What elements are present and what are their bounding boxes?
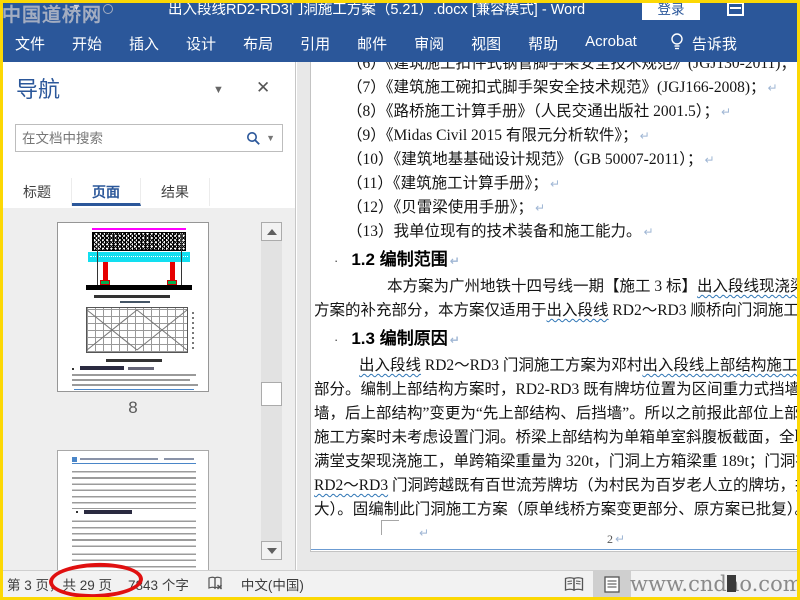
ribbon-tab[interactable]: 帮助 [528,33,558,54]
scroll-up-arrow-icon [267,229,277,235]
navigation-pane: 导航 ▼ ✕ ▼ 标题页面结果 [3,62,296,570]
search-options-caret-icon[interactable]: ▼ [261,133,282,143]
ribbon-tab[interactable]: 布局 [243,33,273,54]
read-mode-button[interactable] [555,571,593,597]
title-bar: ▼ 出入段线RD2-RD3门洞施工方案（5.21）.docx [兼容模式] - … [0,0,800,24]
document-line: 出入段线 RD2～RD3 门洞施工方案为邓村出入段线上部结构施工方案的↵ [359,357,797,374]
proofing-errors-icon[interactable] [207,576,225,592]
watermark-ring-icon [103,3,114,14]
sign-in-button[interactable]: 登录 [642,0,700,20]
document-line: 施工方案时未考虑设置门洞。桥梁上部结构为单箱单室斜腹板截面，全联均为↵ [314,429,797,446]
document-line: RD2～RD3 门洞跨越既有百世流芳牌坊（为村民为百岁老人立的牌坊，拆迁难↵ [314,477,797,494]
nav-tab[interactable]: 标题 [3,178,72,206]
document-line: （7）《建筑施工碗扣式脚手架安全技术规范》(JGJ166-2008)； ↵ [347,79,778,96]
page-footer: 2 ↵ [606,532,626,546]
document-line: 本方案为广州地铁十四号线一期【施工 3 标】出入段线现浇梁满堂支架现浇施工↵ [387,278,797,295]
ribbon-tab[interactable]: 开始 [72,33,102,54]
document-line: 墙，后上部结构”变更为“先上部结构、后挡墙”。所以之前报此部位上部结构↵ [314,405,797,422]
ribbon-display-options-icon[interactable] [727,2,744,16]
document-line: · 1.2 编制范围 ↵ [334,250,460,269]
document-line: 部分。编制上部结构方案时，RD2-RD3 既有牌坊位置为区间重力式挡墙：“先挡↵ [314,381,797,398]
document-content: （6）《建筑施工扣件式钢管脚手架安全技术规范》(JGJ130-2011)；↵ （7… [314,62,797,544]
navigation-pane-title: 导航 [16,77,61,102]
watermark-top-left: 中国道桥网 [2,0,114,27]
document-line: · 1.3 编制原因 ↵ [334,329,460,348]
document-line: （6）《建筑施工扣件式钢管脚手架安全技术规范》(JGJ130-2011)；↵ [347,62,796,72]
tell-me-lightbulb-icon [670,32,684,55]
page-thumbnail-number: 8 [128,398,138,417]
navigation-scrollbar[interactable] [261,222,282,560]
search-icon[interactable] [246,131,261,146]
document-page[interactable]: （6）《建筑施工扣件式钢管脚手架安全技术规范》(JGJ130-2011)；↵ （7… [310,62,797,552]
ribbon-tab[interactable]: 审阅 [414,33,444,54]
scroll-down-button[interactable] [261,541,282,560]
nav-tab[interactable]: 结果 [141,178,210,206]
ribbon-tabs: 文件 开始 插入 设计 布局 引用 邮件 审阅 视图 帮助 Acrobat [15,33,664,54]
window-title: 出入段线RD2-RD3门洞施工方案（5.21）.docx [兼容模式] - Wo… [168,2,586,18]
ribbon-tab[interactable]: 文件 [15,33,45,54]
ribbon-tab[interactable]: 设计 [186,33,216,54]
document-line: （12）《贝雷梁使用手册》； ↵ [347,199,546,216]
navigation-pane-close-icon[interactable]: ✕ [256,78,270,98]
navigation-pane-menu-caret-icon[interactable]: ▼ [213,84,224,96]
footer-rule [311,549,797,550]
document-line: 方案的补充部分，本方案仅适用于出入段线 RD2～RD3 顺桥向门洞施工。↵ [314,302,797,319]
print-layout-button[interactable] [593,571,631,597]
drawing-base-line [86,285,192,290]
scroll-down-arrow-icon [267,548,277,554]
document-line: （8）《路桥施工计算手册》（人民交通出版社 2001.5）； ↵ [347,103,732,120]
drawing-magenta-line [92,228,186,230]
document-search-box[interactable]: ▼ [15,124,283,152]
ribbon-tab[interactable]: 引用 [300,33,330,54]
document-line: 大）。固编制此门洞施工方案（原单线桥方案变更部分、原方案已批复）。↵ [314,501,797,518]
ribbon-tab[interactable]: 视图 [471,33,501,54]
ribbon-tab[interactable]: 插入 [129,33,159,54]
ribbon-tab[interactable]: 邮件 [357,33,387,54]
drawing-cyan-beam [88,252,190,262]
navigation-tabs: 标题 页面 结果 [3,178,296,206]
scrollbar-thumb[interactable] [261,382,282,406]
tell-me-tab[interactable]: 告诉我 [692,33,737,54]
page-9-thumbnail[interactable] [57,450,209,570]
nav-tab[interactable]: 页面 [72,178,141,206]
page-8-thumbnail[interactable] [57,222,209,392]
ribbon-tab-bar: 文件 开始 插入 设计 布局 引用 邮件 审阅 视图 帮助 Acrobat 告诉我 [0,24,800,62]
view-switcher [555,571,631,597]
document-line: （11）《建筑施工计算手册》； ↵ [347,175,560,192]
document-area: （6）《建筑施工扣件式钢管脚手架安全技术规范》(JGJ130-2011)；↵ （7… [297,62,797,570]
drawing-scaffold-grid [86,307,188,353]
scroll-up-button[interactable] [261,222,282,241]
page-thumbnails-panel: 8 [3,208,295,570]
search-input[interactable] [16,130,247,146]
document-line: （9）《Midas Civil 2015 有限元分析软件》； ↵ [347,127,650,144]
ribbon-tab[interactable]: Acrobat [585,33,637,54]
watermark-bottom-right: www.cndao.com [630,572,800,596]
document-line: （13）我单位现有的技术装备和施工能力。 ↵ [347,223,654,240]
language-indicator[interactable]: 中文(中国) [241,574,304,594]
cursor-block-overlay [727,575,736,592]
drawing-hatched-beam [92,232,186,251]
document-line: （10）《建筑地基基础设计规范》（GB 50007-2011）； ↵ [347,151,715,168]
document-line: 满堂支架现浇施工，单跨箱梁重量为 320t，门洞上方箱梁重 189t；门洞在入段… [314,453,797,470]
